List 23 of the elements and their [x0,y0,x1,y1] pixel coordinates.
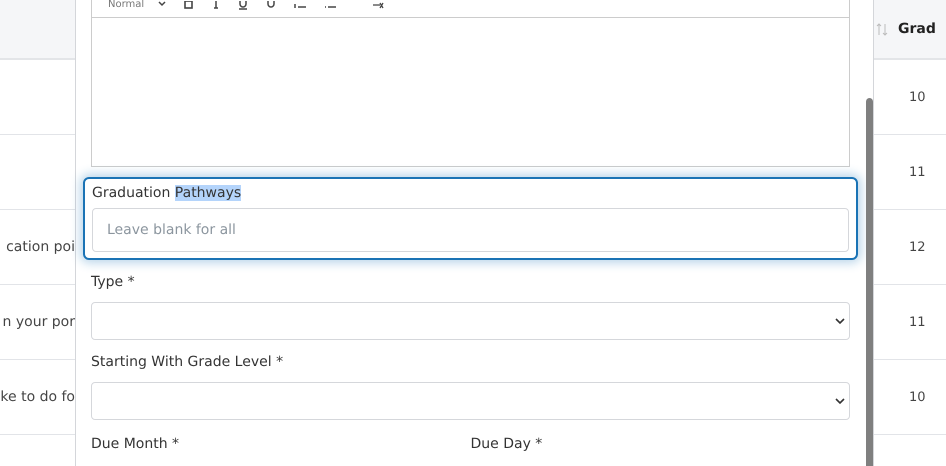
table-cell: 10 [909,390,926,404]
field-label: Due Month * [91,436,180,452]
table-cell: 11 [909,314,926,330]
field-label: Graduation Pathways [92,185,242,201]
column-header[interactable]: Grad [898,21,936,37]
caret-icon [158,1,166,7]
table-cell: 12 [909,240,926,254]
table-cell: cation poi [6,239,75,255]
scrollbar[interactable] [866,98,873,466]
chevron-icon [835,398,845,404]
table-cell: 11 [909,164,926,180]
field-label: Due Day * [470,436,544,452]
table-cell: 10 [909,90,926,104]
clear-format-icon[interactable] [372,1,384,9]
table-cell: ke to do fo [0,389,75,405]
underline-icon[interactable] [238,1,248,10]
field-label: Starting With Grade Level * [91,354,284,370]
input-field[interactable]: Leave blank for all [92,208,849,252]
select-field[interactable] [91,302,850,340]
chevron-icon [835,318,845,324]
select-field[interactable] [91,382,850,420]
field-label: Type * [91,274,136,290]
table-cell: n your por [2,314,75,330]
